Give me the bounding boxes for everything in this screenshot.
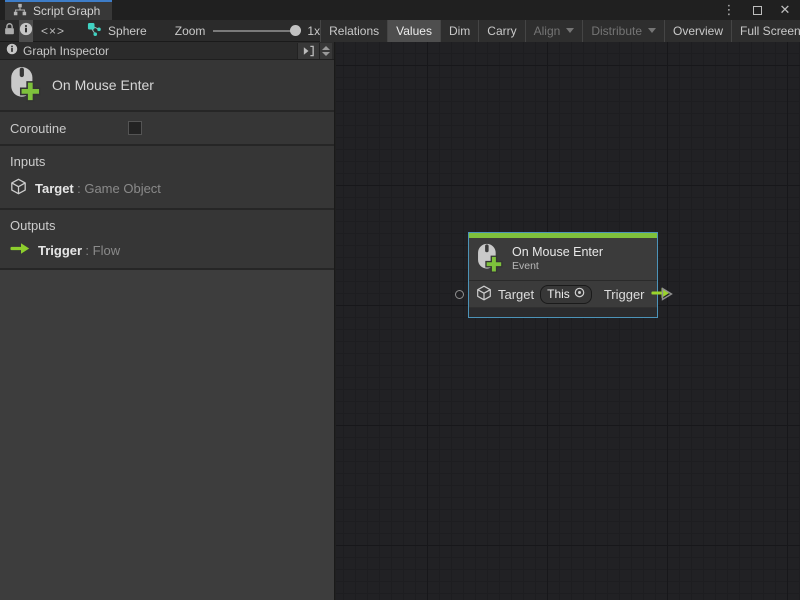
button-label: Values [396, 24, 432, 38]
toolbar-button-dim[interactable]: Dim [440, 20, 478, 42]
inputs-heading: Inputs [10, 154, 324, 169]
button-label: Overview [673, 24, 723, 38]
button-label: Full Screen [740, 24, 800, 38]
button-label: Relations [329, 24, 379, 38]
outputs-section: Outputs Trigger : Flow [0, 210, 334, 268]
output-type: : Flow [85, 243, 120, 258]
script-graph-icon [13, 3, 27, 20]
node-subtitle: Event [512, 260, 603, 273]
code-view-button[interactable]: <×> [41, 20, 65, 42]
close-icon[interactable]: ✕ [778, 3, 792, 17]
lock-icon [3, 22, 16, 39]
info-icon [6, 43, 18, 58]
output-port-row: Trigger : Flow [10, 242, 324, 258]
inputs-section: Inputs Target : Game Object [0, 146, 334, 208]
toolbar-button-align[interactable]: Align [525, 20, 583, 42]
graph-asset-reference[interactable]: Sphere [87, 22, 147, 40]
coroutine-row: Coroutine [0, 112, 334, 144]
unit-header: On Mouse Enter [0, 60, 334, 110]
tab-strip: Script Graph ⋮ ✕ [0, 0, 800, 20]
toolbar-button-distribute[interactable]: Distribute [582, 20, 664, 42]
inspector-header-controls [297, 43, 332, 59]
coroutine-checkbox[interactable] [128, 121, 142, 135]
graph-toolbar: <×> Sphere Zoom 1x Relations Values Dim … [0, 20, 800, 42]
tab-script-graph[interactable]: Script Graph [5, 0, 112, 20]
toolbar-button-overview[interactable]: Overview [664, 20, 731, 42]
output-name: Trigger [38, 243, 82, 258]
maximize-icon[interactable] [750, 3, 764, 17]
chevron-down-icon [566, 28, 574, 33]
zoom-slider-knob[interactable] [290, 25, 301, 36]
node-port-row: Target This Trigger [469, 280, 657, 307]
inspector-empty-area [0, 270, 334, 572]
flow-arrow-icon [10, 242, 30, 258]
input-type: : Game Object [77, 181, 161, 196]
graph-canvas[interactable]: On Mouse Enter Event Target This Trigger [336, 42, 800, 600]
input-name: Target [35, 181, 74, 196]
node-output-label: Trigger [604, 287, 645, 302]
zoom-value: 1x [307, 24, 320, 38]
toolbar-button-values[interactable]: Values [387, 20, 440, 42]
script-graph-window: Script Graph ⋮ ✕ <×> Sphere [0, 0, 800, 600]
cube-icon [476, 285, 492, 304]
node-title: On Mouse Enter [512, 245, 603, 260]
coroutine-label: Coroutine [10, 121, 128, 136]
inspector-toggle-button[interactable] [19, 20, 33, 42]
button-label: Align [534, 24, 561, 38]
input-port-row: Target : Game Object [10, 178, 324, 198]
target-value: This [547, 287, 570, 301]
zoom-control: Zoom 1x [175, 24, 320, 38]
scroll-down-icon[interactable] [322, 52, 330, 56]
button-label: Distribute [591, 24, 642, 38]
mouse-event-icon [10, 66, 40, 105]
target-value-chip[interactable]: This [540, 285, 592, 304]
toolbar-button-group: Relations Values Dim Carry Align Distrib… [320, 20, 800, 42]
scroll-up-icon[interactable] [322, 46, 330, 50]
graph-asset-icon [87, 22, 102, 40]
zoom-label: Zoom [175, 24, 206, 38]
node-header[interactable]: On Mouse Enter Event [469, 238, 657, 280]
toolbar-button-fullscreen[interactable]: Full Screen [731, 20, 800, 42]
graph-inspector-header: Graph Inspector [0, 42, 334, 60]
toolbar-button-carry[interactable]: Carry [478, 20, 524, 42]
panel-spinner[interactable] [319, 43, 332, 59]
kebab-menu-icon[interactable]: ⋮ [722, 3, 736, 17]
code-icon: <×> [41, 24, 65, 38]
chevron-down-icon [648, 28, 656, 33]
info-icon [19, 22, 33, 39]
window-controls: ⋮ ✕ [722, 0, 800, 20]
dock-toggle-icon[interactable] [297, 43, 319, 59]
outputs-heading: Outputs [10, 218, 324, 233]
node-footer [469, 307, 657, 317]
graph-inspector-title: Graph Inspector [23, 44, 109, 58]
tab-label: Script Graph [33, 4, 100, 18]
zoom-slider-track[interactable] [213, 30, 299, 32]
graph-asset-name: Sphere [108, 24, 147, 38]
lock-button[interactable] [3, 20, 16, 42]
node-input-label: Target [498, 287, 534, 302]
toolbar-button-relations[interactable]: Relations [320, 20, 387, 42]
button-label: Dim [449, 24, 470, 38]
button-label: Carry [487, 24, 516, 38]
node-input-port[interactable] [455, 290, 464, 299]
zoom-slider[interactable] [213, 25, 299, 37]
cube-icon [10, 178, 27, 198]
graph-inspector-panel: Graph Inspector On Mouse Enter Coroutine [0, 42, 335, 600]
unit-title: On Mouse Enter [52, 77, 154, 93]
on-mouse-enter-node[interactable]: On Mouse Enter Event Target This Trigger [468, 232, 658, 318]
mouse-event-icon [477, 243, 502, 276]
object-picker-icon[interactable] [574, 287, 585, 301]
node-output-port[interactable] [661, 287, 673, 304]
